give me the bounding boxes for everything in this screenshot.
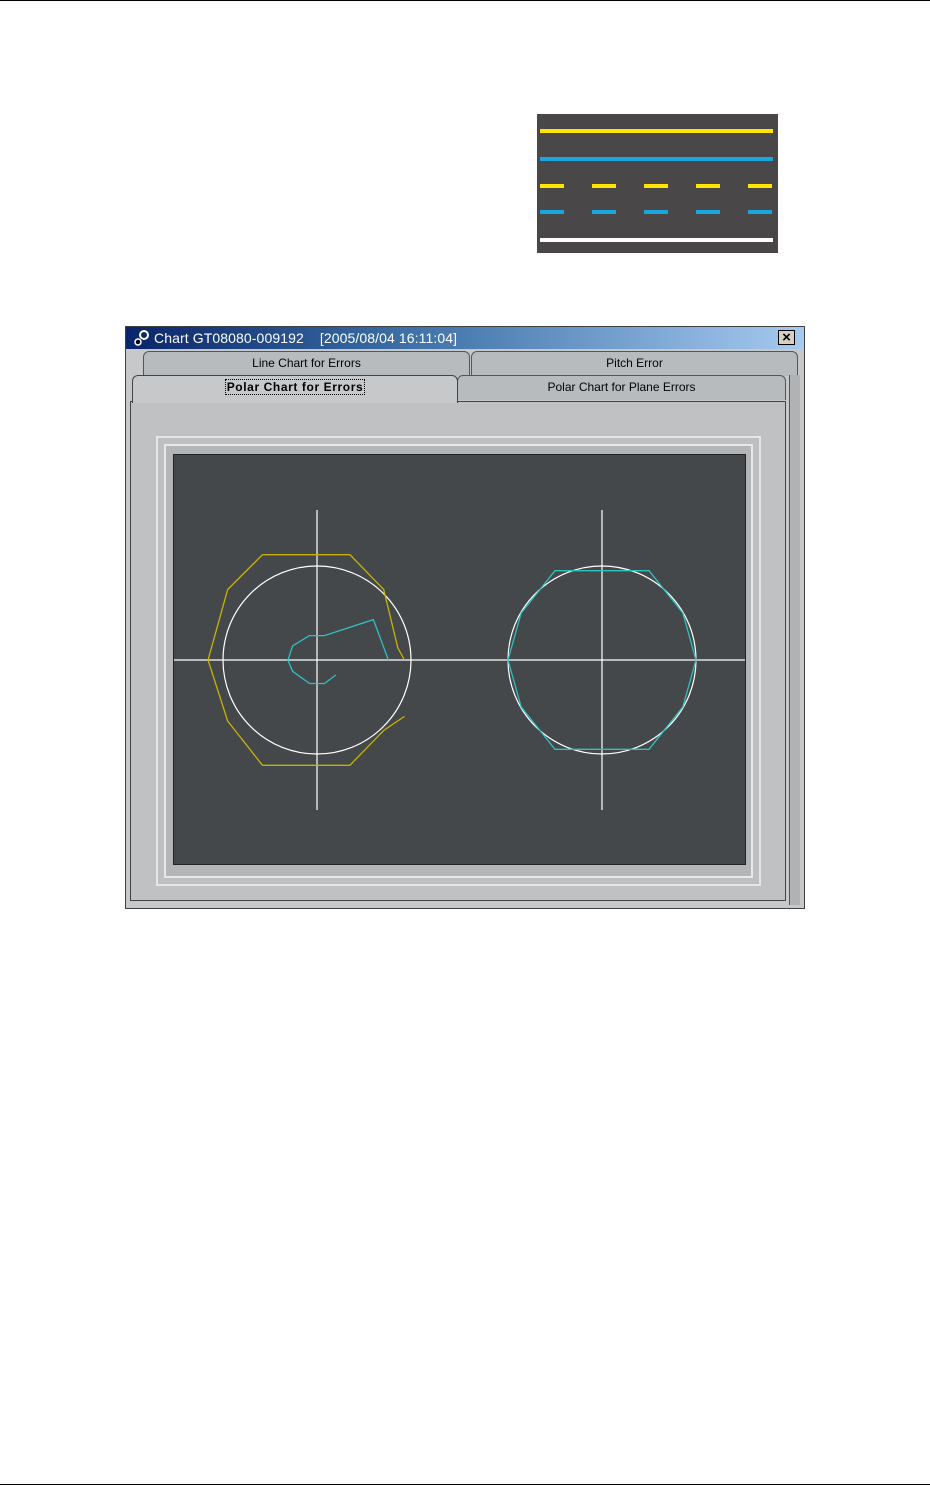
tab-pitch-error[interactable]: Pitch Error [471, 351, 798, 376]
close-icon: × [782, 329, 791, 346]
page-bottom-rule [0, 1484, 930, 1485]
tab-polar-chart-for-errors[interactable]: Polar Chart for Errors [132, 375, 458, 403]
tab-panel [130, 401, 786, 901]
tab-line-chart-for-errors[interactable]: Line Chart for Errors [143, 351, 470, 376]
title-bar[interactable]: Chart GT08080-009192 [2005/08/04 16:11:0… [126, 327, 804, 349]
chart-window: Chart GT08080-009192 [2005/08/04 16:11:0… [125, 326, 805, 909]
polar-chart [174, 510, 745, 810]
error-trace-left-3 [287, 618, 390, 685]
error-trace-left-1 [262, 715, 405, 766]
line-legend [537, 114, 778, 253]
page-top-rule [0, 0, 930, 1]
chart-frame [156, 436, 761, 886]
legend-swatches [540, 129, 773, 242]
link-icon [134, 330, 149, 346]
window-title: Chart GT08080-009192 [2005/08/04 16:11:0… [154, 330, 458, 346]
close-button[interactable]: × [778, 330, 795, 345]
tab-polar-chart-for-plane-errors[interactable]: Polar Chart for Plane Errors [457, 375, 786, 400]
tab-stack-edge [789, 375, 800, 905]
polar-plot-area [173, 454, 746, 865]
chart-inner-frame [164, 444, 753, 878]
